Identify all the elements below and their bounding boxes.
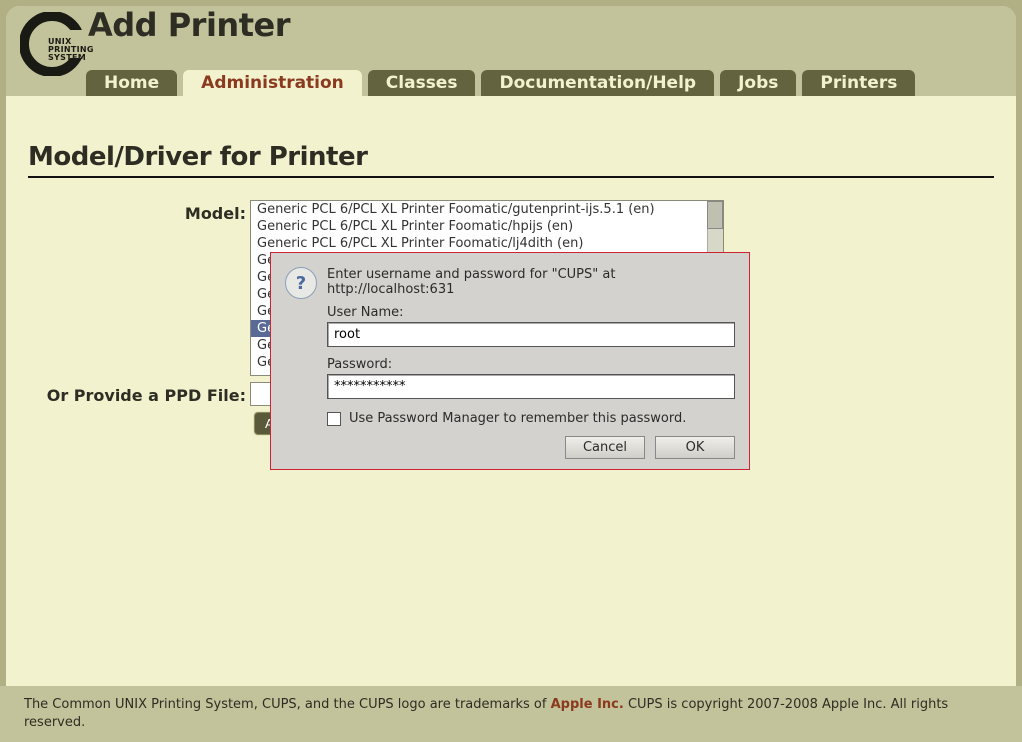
password-label: Password: <box>327 357 735 372</box>
auth-prompt: Enter username and password for "CUPS" a… <box>327 267 735 297</box>
cups-logo: UNIX PRINTING SYSTEM <box>20 12 84 76</box>
model-option[interactable]: Generic PCL 6/PCL XL Printer Foomatic/hp… <box>251 218 723 235</box>
header-banner: UNIX PRINTING SYSTEM Add Printer HomeAdm… <box>6 6 1016 96</box>
model-option[interactable]: Generic PCL 6/PCL XL Printer Foomatic/lj… <box>251 235 723 252</box>
cancel-button-label: Cancel <box>583 440 627 455</box>
tab-bar: HomeAdministrationClassesDocumentation/H… <box>86 70 915 96</box>
footer-apple-link[interactable]: Apple Inc. <box>551 697 624 712</box>
remember-checkbox[interactable] <box>327 412 341 426</box>
section-title: Model/Driver for Printer <box>28 142 994 172</box>
ok-button-label: OK <box>686 440 705 455</box>
tab-home[interactable]: Home <box>86 70 177 96</box>
username-label: User Name: <box>327 305 735 320</box>
remember-label: Use Password Manager to remember this pa… <box>349 411 686 426</box>
model-option[interactable]: Generic PCL 6/PCL XL Printer Foomatic/gu… <box>251 201 723 218</box>
model-scrollbar-thumb[interactable] <box>707 201 723 229</box>
username-input[interactable] <box>327 322 735 347</box>
password-input[interactable] <box>327 374 735 399</box>
cancel-button[interactable]: Cancel <box>565 436 645 459</box>
page-title: Add Printer <box>88 6 290 44</box>
model-label: Model: <box>28 200 250 223</box>
tab-administration[interactable]: Administration <box>183 70 362 96</box>
ppd-label: Or Provide a PPD File: <box>28 382 250 405</box>
tab-documentation-help[interactable]: Documentation/Help <box>481 70 714 96</box>
footer-text-a: The Common UNIX Printing System, CUPS, a… <box>24 697 551 712</box>
tab-classes[interactable]: Classes <box>368 70 476 96</box>
ok-button[interactable]: OK <box>655 436 735 459</box>
auth-dialog: ? Enter username and password for "CUPS"… <box>270 252 750 470</box>
tab-jobs[interactable]: Jobs <box>720 70 796 96</box>
footer: The Common UNIX Printing System, CUPS, a… <box>0 686 1022 742</box>
question-icon: ? <box>285 267 317 299</box>
tab-printers[interactable]: Printers <box>802 70 915 96</box>
logo-text-3: SYSTEM <box>48 54 94 62</box>
section-rule <box>28 176 994 178</box>
